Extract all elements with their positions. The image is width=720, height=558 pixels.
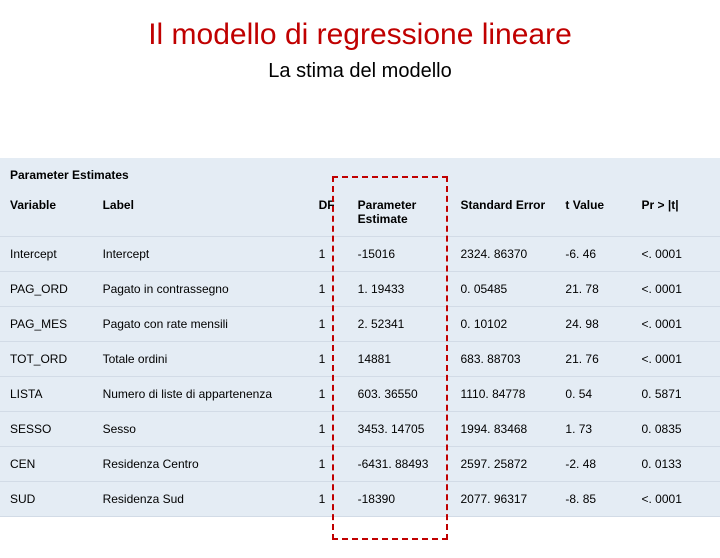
cell-p: 0. 5871 <box>632 377 720 412</box>
cell-df: 1 <box>309 307 348 342</box>
table-row: PAG_ORD Pagato in contrassegno 1 1. 1943… <box>0 272 720 307</box>
cell-df: 1 <box>309 482 348 517</box>
cell-label: Residenza Centro <box>93 447 309 482</box>
cell-pe: 14881 <box>348 342 451 377</box>
cell-pe: 1. 19433 <box>348 272 451 307</box>
cell-label: Numero di liste di appartenenza <box>93 377 309 412</box>
cell-pe: 3453. 14705 <box>348 412 451 447</box>
col-variable: Variable <box>0 188 93 237</box>
table-row: CEN Residenza Centro 1 -6431. 88493 2597… <box>0 447 720 482</box>
cell-se: 683. 88703 <box>450 342 555 377</box>
cell-df: 1 <box>309 342 348 377</box>
cell-p: <. 0001 <box>632 482 720 517</box>
cell-label: Totale ordini <box>93 342 309 377</box>
col-df: DF <box>309 188 348 237</box>
col-t: t Value <box>555 188 631 237</box>
cell-variable: PAG_MES <box>0 307 93 342</box>
cell-t: 0. 54 <box>555 377 631 412</box>
cell-variable: LISTA <box>0 377 93 412</box>
cell-t: -8. 85 <box>555 482 631 517</box>
cell-label: Sesso <box>93 412 309 447</box>
cell-p: <. 0001 <box>632 237 720 272</box>
estimates-table: Variable Label DF Parameter Estimate Sta… <box>0 188 720 517</box>
cell-label: Residenza Sud <box>93 482 309 517</box>
cell-df: 1 <box>309 447 348 482</box>
cell-t: 24. 98 <box>555 307 631 342</box>
cell-df: 1 <box>309 237 348 272</box>
cell-t: -6. 46 <box>555 237 631 272</box>
cell-variable: SESSO <box>0 412 93 447</box>
page-subtitle: La stima del modello <box>0 60 720 83</box>
cell-se: 0. 05485 <box>450 272 555 307</box>
cell-t: 21. 76 <box>555 342 631 377</box>
cell-variable: Intercept <box>0 237 93 272</box>
col-pe: Parameter Estimate <box>348 188 451 237</box>
table-row: PAG_MES Pagato con rate mensili 1 2. 523… <box>0 307 720 342</box>
cell-t: 21. 78 <box>555 272 631 307</box>
cell-variable: SUD <box>0 482 93 517</box>
cell-p: <. 0001 <box>632 342 720 377</box>
cell-variable: TOT_ORD <box>0 342 93 377</box>
cell-se: 0. 10102 <box>450 307 555 342</box>
page-title: Il modello di regressione lineare <box>0 18 720 52</box>
col-p: Pr > |t| <box>632 188 720 237</box>
col-se: Standard Error <box>450 188 555 237</box>
cell-label: Pagato in contrassegno <box>93 272 309 307</box>
table-row: LISTA Numero di liste di appartenenza 1 … <box>0 377 720 412</box>
cell-t: -2. 48 <box>555 447 631 482</box>
cell-label: Intercept <box>93 237 309 272</box>
cell-p: <. 0001 <box>632 272 720 307</box>
cell-pe: 2. 52341 <box>348 307 451 342</box>
cell-pe: -6431. 88493 <box>348 447 451 482</box>
cell-p: 0. 0133 <box>632 447 720 482</box>
cell-df: 1 <box>309 272 348 307</box>
col-label: Label <box>93 188 309 237</box>
table-row: SUD Residenza Sud 1 -18390 2077. 96317 -… <box>0 482 720 517</box>
cell-p: 0. 0835 <box>632 412 720 447</box>
cell-se: 2324. 86370 <box>450 237 555 272</box>
table-row: TOT_ORD Totale ordini 1 14881 683. 88703… <box>0 342 720 377</box>
cell-variable: PAG_ORD <box>0 272 93 307</box>
cell-pe: 603. 36550 <box>348 377 451 412</box>
cell-df: 1 <box>309 377 348 412</box>
cell-variable: CEN <box>0 447 93 482</box>
cell-se: 1994. 83468 <box>450 412 555 447</box>
table-header-row: Variable Label DF Parameter Estimate Sta… <box>0 188 720 237</box>
cell-se: 2077. 96317 <box>450 482 555 517</box>
cell-pe: -18390 <box>348 482 451 517</box>
table-row: Intercept Intercept 1 -15016 2324. 86370… <box>0 237 720 272</box>
cell-p: <. 0001 <box>632 307 720 342</box>
cell-se: 1110. 84778 <box>450 377 555 412</box>
estimates-table-container: Parameter Estimates Variable Label DF Pa… <box>0 158 720 517</box>
table-row: SESSO Sesso 1 3453. 14705 1994. 83468 1.… <box>0 412 720 447</box>
cell-pe: -15016 <box>348 237 451 272</box>
cell-se: 2597. 25872 <box>450 447 555 482</box>
cell-label: Pagato con rate mensili <box>93 307 309 342</box>
table-section-title: Parameter Estimates <box>0 158 720 188</box>
cell-t: 1. 73 <box>555 412 631 447</box>
cell-df: 1 <box>309 412 348 447</box>
